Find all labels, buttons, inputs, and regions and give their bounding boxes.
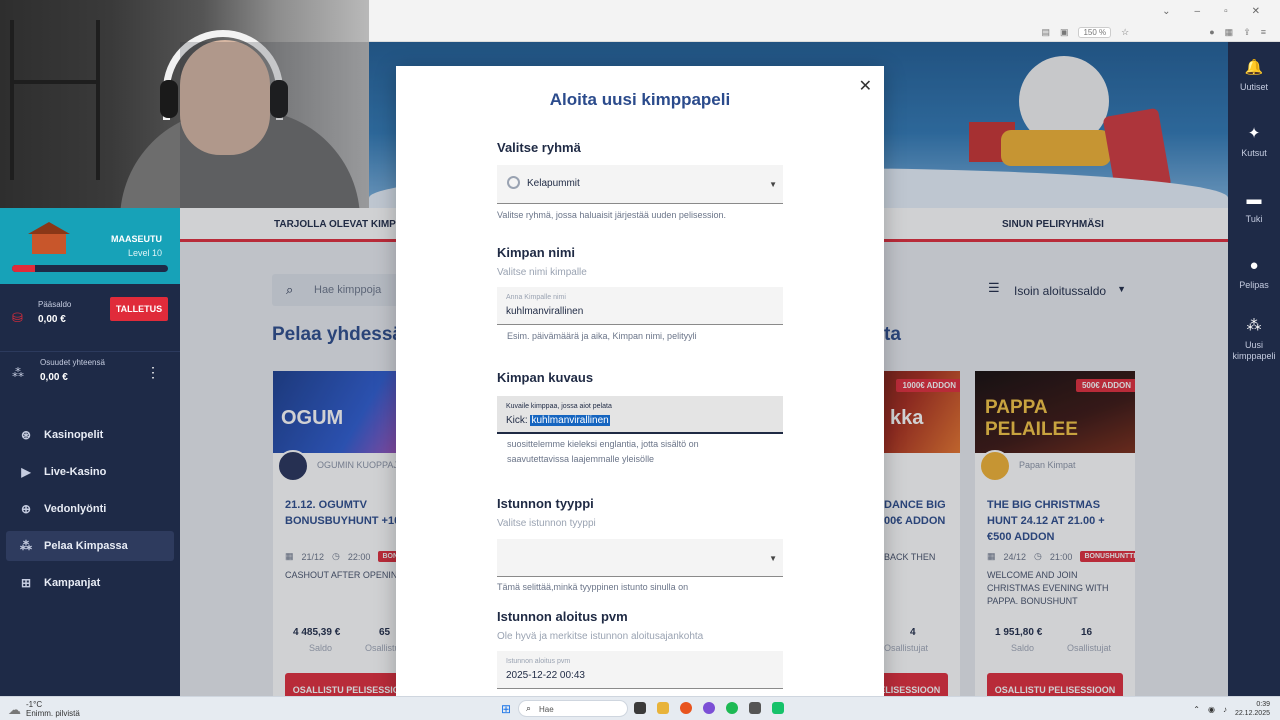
start-date-input[interactable]: Istunnon aloitus pvm 2025-12-22 00:43 [497,651,783,689]
bookmark-icon[interactable]: ☆ [1121,27,1129,38]
shares-value: 0,00 € [40,372,68,383]
weather-widget[interactable]: ☁ -1°C Enimm. pilvistä [8,700,80,718]
taskbar: ☁ -1°C Enimm. pilvistä ⊞ ⌕ Hae ⌃ ◉ ♪ 0:39… [0,696,1280,720]
chat-icon: ▬ [1246,190,1262,208]
casino-chip-icon: ⊛ [20,428,32,442]
more-options-icon[interactable]: ⋮ [146,364,160,381]
start-date-section: Istunnon aloitus pvm Ole hyvä ja merkits… [497,609,783,689]
reader-icon[interactable]: ▤ [1041,27,1050,38]
ball-icon: ⊕ [20,502,32,516]
file-explorer-icon[interactable] [657,702,669,714]
account-icon[interactable]: ● [1209,27,1214,37]
nav-support[interactable]: ▬ Tuki [1228,174,1280,240]
right-nav: 🔔 Uutiset ✦ Kutsut ▬ Tuki ● Pelipas ⁂ Uusi ki… [1228,42,1280,696]
task-view-icon[interactable] [634,702,646,714]
nav-new-group-game[interactable]: ⁂ Uusi kimppapeli [1228,306,1280,372]
globe-icon [507,176,520,189]
user-icon: ● [1249,256,1259,274]
messenger-icon[interactable] [703,702,715,714]
group-section: Valitse ryhmä Kelapummit ▼ Valitse ryhmä… [497,140,783,223]
tab-list-icon[interactable]: ⌄ [1162,6,1170,17]
sidebar-item-live-casino[interactable]: ▶ Live-Kasino [6,457,174,487]
kick-icon[interactable] [772,702,784,714]
volume-icon[interactable]: ♪ [1223,705,1227,714]
cloud-icon: ☁ [8,701,21,717]
description-section: Kimpan kuvaus Kuvaile kimppaa, jossa aio… [497,370,783,467]
rank-house-icon [28,222,70,254]
invites-icon: ✦ [1247,125,1261,142]
firefox-icon[interactable] [680,702,692,714]
nav-invites[interactable]: ✦ Kutsut [1228,108,1280,174]
level-label: Level 10 [127,248,162,258]
chevron-down-icon: ▼ [769,180,777,189]
extensions-icon[interactable]: ▦ [1225,27,1234,38]
network-icon[interactable]: ◉ [1208,705,1215,714]
live-icon: ▶ [21,465,31,479]
clock[interactable]: 0:39 22.12.2025 [1235,700,1270,718]
bell-icon: 🔔 [1244,59,1264,76]
taskbar-search[interactable]: ⌕ Hae [518,700,628,717]
sidebar-item-campaigns[interactable]: ⊞ Kampanjat [6,568,174,598]
gift-icon: ⊞ [20,576,32,590]
sidebar-item-group-play[interactable]: ⁂ Pelaa Kimpassa [6,531,174,561]
tray-chevron-icon[interactable]: ⌃ [1193,705,1200,714]
session-type-section: Istunnon tyyppi Valitse istunnon tyyppi … [497,496,783,595]
main-balance-value: 0,00 € [38,314,66,325]
left-sidebar: MAASEUTU Level 10 ⛁ Pääsaldo 0,00 € TALL… [0,208,180,696]
deposit-button[interactable]: TALLETUS [110,297,168,321]
start-button[interactable]: ⊞ [501,702,511,716]
group-select[interactable]: Kelapummit ▼ [497,165,783,204]
new-group-game-modal: ✕ Aloita uusi kimppapeli Valitse ryhmä K… [396,66,884,696]
level-panel[interactable]: MAASEUTU Level 10 [0,208,180,284]
selected-text: kuhlmanvirallinen [530,415,610,426]
group-icon: ⁂ [12,366,24,380]
chevron-down-icon: ▼ [769,554,777,563]
share-icon[interactable]: ⇪ [1243,27,1251,38]
browser-chrome: ⌄ – ▫ ✕ ▤ ▣ 150 % ☆ ● ▦ ⇪ ≡ [369,0,1280,42]
level-progress-bar [12,265,168,272]
nav-news[interactable]: 🔔 Uutiset [1228,42,1280,108]
modal-title: Aloita uusi kimppapeli [549,90,731,109]
sidebar-menu: ⊛ Kasinopelit ▶ Live-Kasino ⊕ Vedonlyönti ⁂… [0,420,180,605]
search-icon: ⌕ [526,703,532,713]
zoom-level[interactable]: 150 % [1078,26,1112,38]
name-section: Kimpan nimi Valitse nimi kimpalle Anna K… [497,245,783,344]
nav-wallet[interactable]: ● Pelipas [1228,240,1280,306]
group-name-input[interactable]: Anna Kimpalle nimi kuhlmanvirallinen [497,287,783,325]
group-icon: ⁂ [20,539,32,553]
sidebar-item-casino[interactable]: ⊛ Kasinopelit [6,420,174,450]
menu-icon[interactable]: ≡ [1261,27,1266,37]
shares-total: ⁂ Osuudet yhteensä 0,00 € ⋮ [12,358,160,383]
system-tray: ⌃ ◉ ♪ 0:39 22.12.2025 [1193,700,1270,718]
minimize-icon[interactable]: – [1195,6,1201,17]
pinned-apps [634,702,784,714]
sidebar-item-betting[interactable]: ⊕ Vedonlyönti [6,494,174,524]
close-window-icon[interactable]: ✕ [1252,6,1260,17]
coins-icon: ⛁ [12,310,23,325]
screenshot-icon[interactable]: ▣ [1060,27,1069,38]
group-icon: ⁂ [1246,317,1262,334]
rank-name: MAASEUTU [111,234,162,244]
spotify-icon[interactable] [726,702,738,714]
group-description-input[interactable]: Kuvaile kimppaa, jossa aiot pelata Kick:… [497,396,783,434]
session-type-select[interactable]: ▼ [497,539,783,577]
restore-icon[interactable]: ▫ [1224,6,1228,17]
obs-icon[interactable] [749,702,761,714]
